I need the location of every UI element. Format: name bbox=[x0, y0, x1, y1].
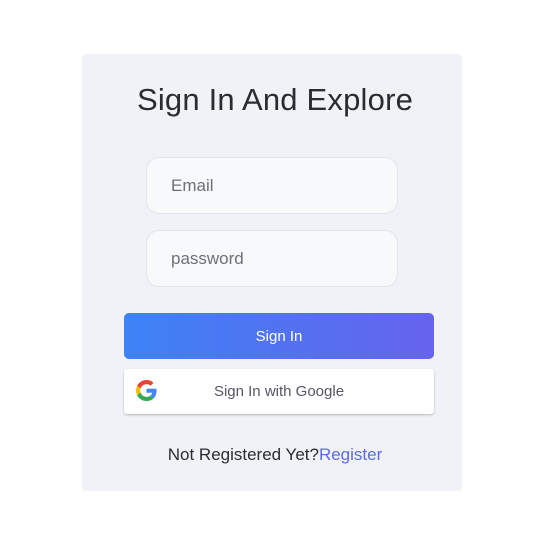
register-prompt-text: Not Registered Yet? bbox=[167, 445, 319, 464]
register-link[interactable]: Register bbox=[319, 445, 382, 464]
password-field[interactable] bbox=[146, 230, 398, 287]
page-title: Sign In And Explore bbox=[136, 82, 414, 117]
google-sign-in-label: Sign In with Google bbox=[213, 383, 345, 400]
sign-in-button[interactable]: Sign In bbox=[124, 313, 434, 359]
email-field[interactable] bbox=[146, 157, 398, 214]
google-sign-in-button[interactable]: Sign In with Google bbox=[124, 369, 434, 414]
register-prompt: Not Registered Yet?Register bbox=[0, 444, 550, 466]
